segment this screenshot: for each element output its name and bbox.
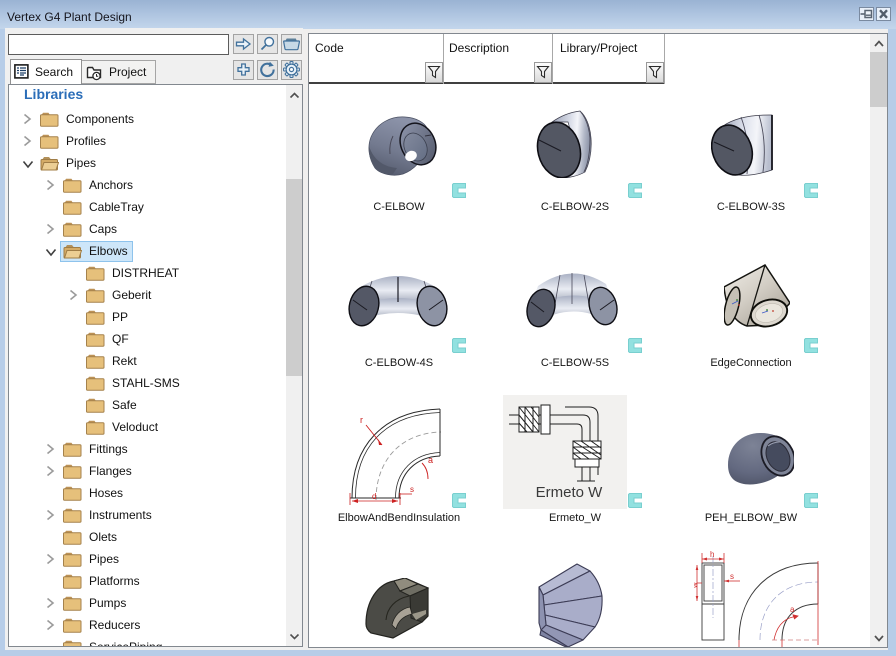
svg-text:s: s: [730, 572, 734, 581]
svg-text:s: s: [410, 485, 414, 494]
svg-text:h: h: [710, 550, 714, 559]
svg-text:w: w: [694, 582, 699, 589]
svg-text:a: a: [790, 605, 795, 614]
svg-text:r: r: [360, 415, 363, 425]
svg-text:Ermeto W: Ermeto W: [536, 484, 604, 501]
svg-text:a: a: [428, 455, 433, 465]
svg-text:d: d: [372, 492, 376, 501]
